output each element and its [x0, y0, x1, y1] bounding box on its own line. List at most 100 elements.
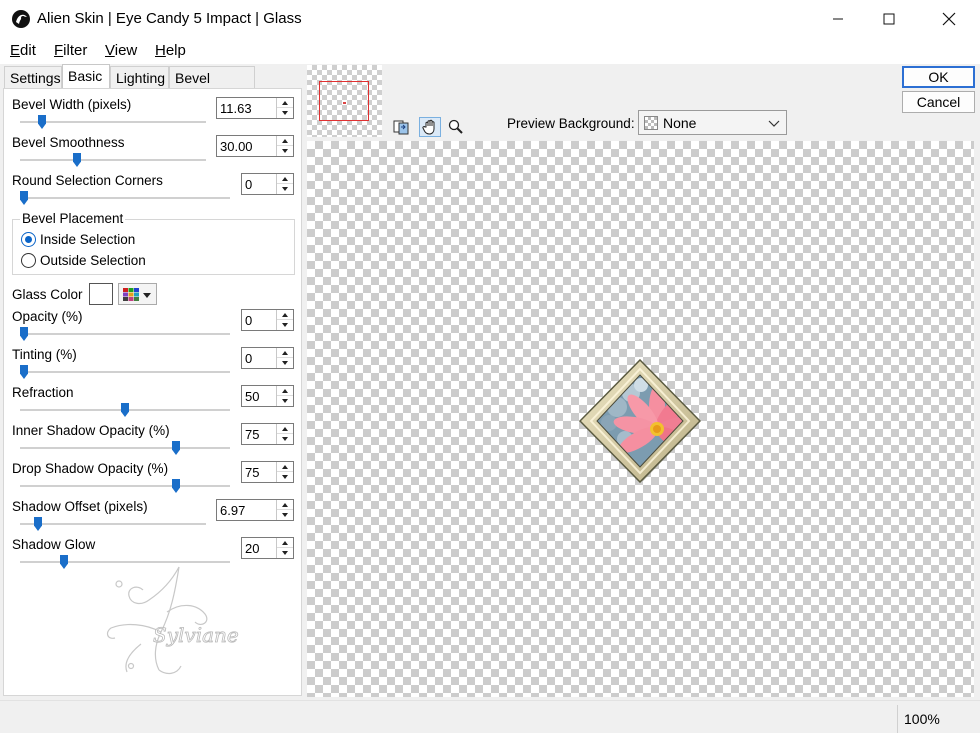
- spin-down-button[interactable]: [277, 548, 293, 558]
- spin-down-button[interactable]: [277, 146, 293, 156]
- spin-up-button[interactable]: [277, 386, 293, 396]
- settings-panel: Bevel Width (pixels) Bevel Smoothness Ro…: [3, 88, 302, 696]
- drop-shadow-input[interactable]: [242, 462, 276, 482]
- slider-thumb[interactable]: [121, 403, 129, 417]
- close-button[interactable]: [926, 0, 972, 38]
- color-grid-icon: [123, 288, 139, 301]
- spin-up-button[interactable]: [277, 500, 293, 510]
- opacity-slider[interactable]: [20, 327, 230, 341]
- spin-down-button[interactable]: [277, 396, 293, 406]
- spin-down-button[interactable]: [277, 434, 293, 444]
- opacity-spinner[interactable]: [241, 309, 294, 331]
- bevel-width-input[interactable]: [217, 98, 276, 118]
- spin-down-button[interactable]: [277, 184, 293, 194]
- slider-thumb[interactable]: [73, 153, 81, 167]
- slider-thumb[interactable]: [38, 115, 46, 129]
- spin-down-button[interactable]: [277, 510, 293, 520]
- inner-shadow-input[interactable]: [242, 424, 276, 444]
- menu-edit[interactable]: Edit: [10, 42, 36, 59]
- drop-shadow-slider[interactable]: [20, 479, 230, 493]
- chevron-down-icon: [768, 120, 780, 127]
- shadow-offset-spinner[interactable]: [216, 499, 294, 521]
- outside-selection-radio[interactable]: Outside Selection: [21, 253, 146, 268]
- slider-thumb[interactable]: [20, 191, 28, 205]
- refraction-spinner[interactable]: [241, 385, 294, 407]
- minimize-icon: [833, 18, 843, 20]
- bevel-smoothness-slider[interactable]: [20, 153, 206, 167]
- tinting-slider[interactable]: [20, 365, 230, 379]
- title-bar: Alien Skin | Eye Candy 5 Impact | Glass: [0, 0, 980, 38]
- bevel-width-slider[interactable]: [20, 115, 206, 129]
- shadow-glow-spinner[interactable]: [241, 537, 294, 559]
- minimize-button[interactable]: [815, 0, 861, 38]
- hand-tool-button[interactable]: [419, 117, 441, 137]
- slider-thumb[interactable]: [172, 441, 180, 455]
- round-corners-input[interactable]: [242, 174, 276, 194]
- navigator-view-rect[interactable]: [319, 81, 369, 121]
- color-picker-button[interactable]: [118, 283, 157, 305]
- inner-shadow-spinner[interactable]: [241, 423, 294, 445]
- close-icon: [942, 12, 956, 26]
- spin-up-button[interactable]: [277, 310, 293, 320]
- ok-button[interactable]: OK: [902, 66, 975, 88]
- tinting-input[interactable]: [242, 348, 276, 368]
- spin-up-button[interactable]: [277, 98, 293, 108]
- refraction-input[interactable]: [242, 386, 276, 406]
- slider-thumb[interactable]: [20, 327, 28, 341]
- compare-tool-button[interactable]: [390, 117, 412, 137]
- slider-thumb[interactable]: [60, 555, 68, 569]
- drop-shadow-spinner[interactable]: [241, 461, 294, 483]
- tab-settings[interactable]: Settings: [4, 66, 62, 88]
- tab-lighting[interactable]: Lighting: [110, 66, 169, 88]
- tinting-label: Tinting (%): [12, 347, 77, 362]
- bevel-width-spinner[interactable]: [216, 97, 294, 119]
- bevel-smoothness-spinner[interactable]: [216, 135, 294, 157]
- bevel-smoothness-input[interactable]: [217, 136, 276, 156]
- slider-thumb[interactable]: [172, 479, 180, 493]
- slider-thumb[interactable]: [20, 365, 28, 379]
- spin-up-button[interactable]: [277, 174, 293, 184]
- menu-help[interactable]: Help: [155, 42, 186, 59]
- shadow-offset-slider[interactable]: [20, 517, 206, 531]
- spin-down-button[interactable]: [277, 320, 293, 330]
- zoom-tool-button[interactable]: [445, 117, 467, 137]
- tab-basic[interactable]: Basic: [62, 64, 110, 89]
- spin-up-button[interactable]: [277, 538, 293, 548]
- menu-view[interactable]: View: [105, 42, 137, 59]
- shadow-offset-input[interactable]: [217, 500, 276, 520]
- inside-selection-radio[interactable]: Inside Selection: [21, 232, 135, 247]
- refraction-slider[interactable]: [20, 403, 230, 417]
- preview-background-label: Preview Background:: [507, 116, 635, 131]
- spin-up-button[interactable]: [277, 462, 293, 472]
- transparency-icon: [644, 116, 658, 130]
- preview-background-select[interactable]: None: [638, 110, 787, 135]
- spin-down-button[interactable]: [277, 108, 293, 118]
- dropdown-arrow-icon: [143, 293, 151, 298]
- shadow-glow-input[interactable]: [242, 538, 276, 558]
- glass-color-swatch[interactable]: [89, 283, 113, 305]
- cancel-button[interactable]: Cancel: [902, 91, 975, 113]
- shadow-offset-label: Shadow Offset (pixels): [12, 499, 148, 514]
- preview-canvas[interactable]: [307, 141, 974, 697]
- spin-up-button[interactable]: [277, 424, 293, 434]
- round-corners-label: Round Selection Corners: [12, 173, 163, 188]
- navigator-thumbnail[interactable]: [307, 65, 382, 137]
- round-corners-slider[interactable]: [20, 191, 230, 205]
- spin-up-button[interactable]: [277, 348, 293, 358]
- tinting-spinner[interactable]: [241, 347, 294, 369]
- spin-down-button[interactable]: [277, 472, 293, 482]
- round-corners-spinner[interactable]: [241, 173, 294, 195]
- maximize-icon: [883, 13, 895, 25]
- menu-filter[interactable]: Filter: [54, 42, 87, 59]
- bevel-placement-legend: Bevel Placement: [20, 211, 126, 226]
- inner-shadow-slider[interactable]: [20, 441, 230, 455]
- tab-bevel-profile[interactable]: Bevel Profile: [169, 66, 255, 102]
- opacity-input[interactable]: [242, 310, 276, 330]
- spin-up-button[interactable]: [277, 136, 293, 146]
- compare-icon: [393, 120, 409, 135]
- slider-thumb[interactable]: [34, 517, 42, 531]
- opacity-label: Opacity (%): [12, 309, 83, 324]
- radio-checked-icon: [21, 232, 36, 247]
- maximize-button[interactable]: [866, 0, 912, 38]
- spin-down-button[interactable]: [277, 358, 293, 368]
